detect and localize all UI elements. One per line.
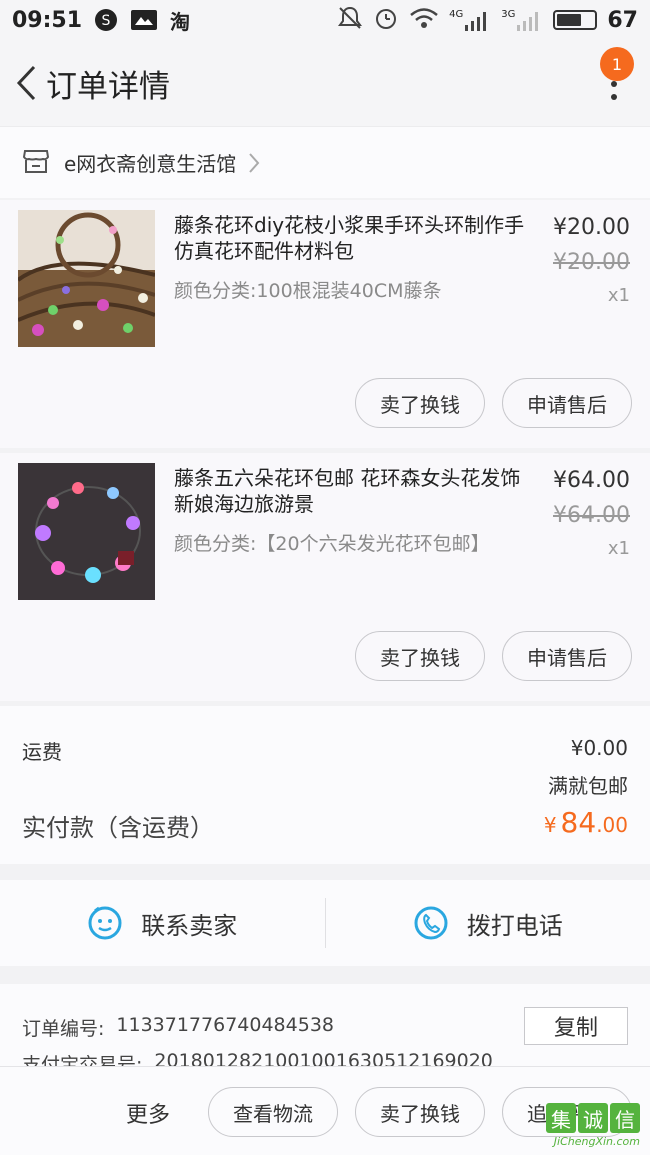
product-price: ¥64.00: [553, 468, 630, 493]
shipping-label: 运费: [22, 740, 62, 764]
product-price: ¥20.00: [553, 215, 630, 240]
chevron-left-icon: [16, 65, 36, 101]
product-image[interactable]: [18, 463, 155, 600]
order-item[interactable]: 藤条花环diy花枝小浆果手环头环制作手仿真花环配件材料包 颜色分类:100根混装…: [0, 200, 650, 448]
chat-smile-icon: [88, 906, 122, 940]
mail-flag-icon: [130, 9, 158, 31]
after-sales-button[interactable]: 申请售后: [502, 378, 632, 428]
alarm-icon: [373, 5, 399, 35]
copy-button[interactable]: 复制: [524, 1007, 628, 1045]
resell-button[interactable]: 卖了换钱: [355, 1087, 485, 1137]
shipping-value: ¥0.00: [570, 736, 628, 760]
more-dots-icon: [611, 80, 617, 87]
product-quantity: x1: [607, 538, 630, 559]
store-icon: [22, 148, 50, 178]
product-quantity: x1: [607, 285, 630, 306]
more-button[interactable]: 更多: [126, 1097, 170, 1129]
signal-icon: 3G: [501, 9, 543, 31]
paid-total-integer: 84: [560, 806, 597, 839]
call-phone-label: 拨打电话: [466, 911, 563, 940]
page-title: 订单详情: [46, 68, 170, 105]
call-phone-button[interactable]: 拨打电话: [326, 880, 650, 966]
shop-name: e网衣斋创意生活馆: [64, 152, 237, 176]
notification-badge: 1: [600, 47, 634, 81]
after-sales-button[interactable]: 申请售后: [502, 631, 632, 681]
watermark-char: 诚: [578, 1103, 608, 1133]
product-sku: 颜色分类:【20个六朵发光花环包邮】: [174, 533, 490, 555]
order-item[interactable]: 藤条五六朵花环包邮 花环森女头花发饰新娘海边旅游景 颜色分类:【20个六朵发光花…: [0, 453, 650, 701]
paid-total-value: ¥ 84 .00: [544, 806, 628, 839]
watermark-char: 集: [546, 1103, 576, 1133]
battery-percent: 67: [607, 7, 638, 33]
app-s-icon: S: [94, 8, 118, 32]
watermark-url: JiChengXin.com: [553, 1135, 640, 1148]
order-number-row: 订单编号: 113371776740484538: [22, 1014, 334, 1041]
fee-summary: 运费 ¥0.00 满就包邮 实付款（含运费） ¥ 84 .00: [0, 706, 650, 864]
order-number-label: 订单编号:: [22, 1018, 105, 1040]
chevron-right-icon: [248, 152, 260, 174]
wifi-icon: [409, 6, 439, 34]
order-info: 订单编号: 113371776740484538 支付宝交易号: 2018012…: [0, 984, 650, 1066]
alipay-number-row: 支付宝交易号: 2018012821001001630512169020: [22, 1050, 493, 1066]
battery-icon: [553, 10, 598, 30]
shop-row[interactable]: e网衣斋创意生活馆: [0, 126, 650, 198]
product-original-price: ¥20.00: [553, 250, 630, 275]
contact-seller-button[interactable]: 联系卖家: [0, 880, 325, 966]
alipay-number-value: 2018012821001001630512169020: [154, 1050, 493, 1066]
paid-total-decimal: .00: [596, 813, 628, 837]
view-logistics-button[interactable]: 查看物流: [208, 1087, 338, 1137]
contact-bar: 联系卖家 拨打电话: [0, 880, 650, 966]
order-number-value: 113371776740484538: [116, 1014, 334, 1036]
alipay-number-label: 支付宝交易号:: [22, 1054, 143, 1066]
product-image[interactable]: [18, 210, 155, 347]
product-title[interactable]: 藤条五六朵花环包邮 花环森女头花发饰新娘海边旅游景: [174, 465, 534, 517]
phone-icon: [414, 906, 448, 940]
contact-seller-label: 联系卖家: [141, 911, 238, 940]
signal-icon: 4G: [449, 9, 491, 31]
status-time: 09:51: [12, 7, 83, 33]
back-button[interactable]: [6, 53, 46, 113]
status-bar: 09:51 S 淘 4G 3G 67: [0, 0, 650, 40]
watermark-char: 信: [610, 1103, 640, 1133]
product-sku: 颜色分类:100根混装40CM藤条: [174, 280, 442, 302]
svg-text:S: S: [102, 13, 111, 29]
mute-icon: [337, 5, 363, 35]
nav-header: 订单详情 1: [0, 40, 650, 126]
taobao-icon: 淘: [170, 9, 191, 34]
product-original-price: ¥64.00: [553, 503, 630, 528]
resell-button[interactable]: 卖了换钱: [355, 631, 485, 681]
product-title[interactable]: 藤条花环diy花枝小浆果手环头环制作手仿真花环配件材料包: [174, 212, 534, 264]
resell-button[interactable]: 卖了换钱: [355, 378, 485, 428]
paid-total-label: 实付款（含运费）: [22, 814, 214, 842]
watermark-logo: 集 诚 信 JiChengXin.com: [532, 1103, 648, 1151]
more-dots-icon: [611, 93, 617, 100]
shipping-note: 满就包邮: [548, 774, 628, 798]
currency-symbol: ¥: [543, 813, 557, 837]
